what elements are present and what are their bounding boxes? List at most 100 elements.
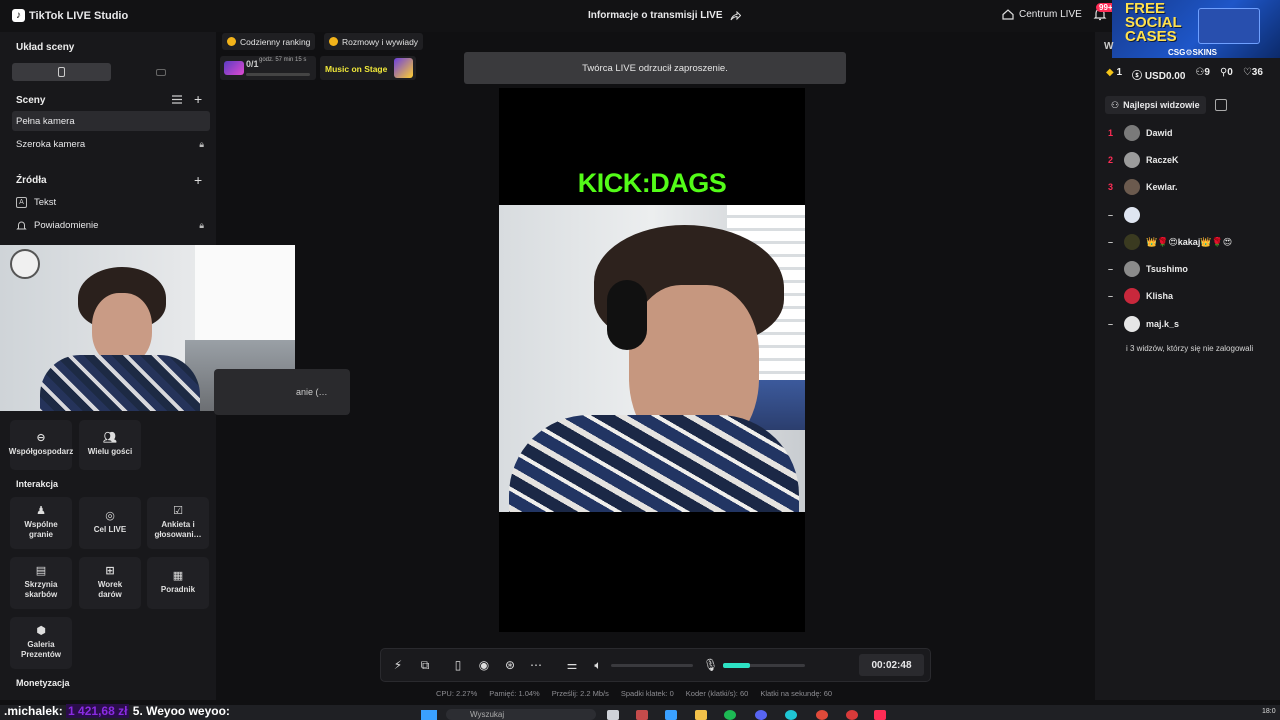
gift-box-icon	[394, 58, 413, 78]
add-scene-button[interactable]: +	[194, 92, 202, 106]
spotify-icon[interactable]	[724, 710, 736, 720]
viewer-rank: –	[1108, 264, 1114, 274]
tile-treasure-chest[interactable]: ▤ Skrzynia skarbów	[10, 557, 72, 609]
volume-slider[interactable]	[611, 664, 693, 667]
multi-guest-tile[interactable]: 👥︎ Wielu gości	[79, 420, 141, 470]
tile-live-goal[interactable]: ◎ Cel LIVE	[79, 497, 141, 549]
tile-label-2: skarbów	[24, 590, 58, 599]
rank-badge-icon	[224, 61, 244, 75]
viewer-row[interactable]: 3 Kewlar.	[1108, 177, 1178, 197]
add-source-button[interactable]: +	[194, 173, 202, 187]
ad-title-line: CASES	[1125, 28, 1177, 45]
bag-icon: ⊞	[105, 565, 115, 577]
tile-poll[interactable]: ☑ Ankieta i głosowani…	[147, 497, 209, 549]
talks-label: Rozmowy i wywiady	[342, 36, 419, 47]
viewer-name: Klisha	[1146, 291, 1174, 301]
viewer-row[interactable]: – 👑🌹😍kakaj👑🌹😍	[1108, 232, 1232, 252]
viewer-row[interactable]: 2 RaczeK	[1108, 150, 1179, 170]
viewer-row[interactable]: 1 Dawid	[1108, 123, 1173, 143]
performance-stats: CPU: 2.27% Pamięć: 1.04% Prześlij: 2.2 M…	[436, 689, 832, 698]
viewer-name: Kewlar.	[1146, 182, 1178, 192]
stat-memory: Pamięć: 1.04%	[489, 689, 540, 698]
landscape-icon	[155, 68, 166, 76]
viewer-row[interactable]: – Tsushimo	[1108, 259, 1188, 279]
source-label: Powiadomienie	[34, 219, 99, 231]
avatar	[1124, 179, 1140, 195]
tiktok-logo-icon: ♪	[12, 9, 25, 22]
tile-gift-gallery[interactable]: ⬢ Galeria Prezentów	[10, 617, 72, 669]
tile-shared-game[interactable]: ♟ Wspólne granie	[10, 497, 72, 549]
camera-effects-icon[interactable]: ⊛	[503, 658, 517, 672]
rank-progress-text: 0/1	[246, 59, 259, 69]
ad-title: FREE SOCIAL CASES	[1125, 1, 1182, 45]
task-view-icon[interactable]	[607, 710, 619, 720]
users-icon: 👥︎	[103, 432, 117, 444]
chat-tab-icon[interactable]	[1215, 99, 1227, 111]
tile-label: Cel LIVE	[93, 525, 127, 534]
viewer-name: RaczeK	[1146, 155, 1179, 165]
folder-icon[interactable]	[695, 710, 707, 720]
phone-view-icon[interactable]: ▯	[451, 658, 465, 672]
tile-label: Poradnik	[160, 585, 196, 594]
avatar	[1124, 261, 1140, 277]
top-viewers-tab[interactable]: ⚇ Najlepsi widzowie	[1105, 96, 1206, 114]
app-icon[interactable]	[785, 710, 797, 720]
mic-level-fill	[723, 663, 750, 668]
store-icon[interactable]	[636, 710, 648, 720]
daily-ranking-widget[interactable]: Codzienny ranking	[222, 33, 316, 50]
viewer-rank: –	[1108, 210, 1114, 220]
viewer-row[interactable]: –	[1108, 205, 1146, 225]
tiktok-studio-taskbar-icon[interactable]	[874, 710, 886, 720]
anonymous-viewers-note: i 3 widzów, którzy się nie zalogowali	[1126, 344, 1254, 353]
bell-small-icon	[16, 221, 27, 229]
tile-gift-bag[interactable]: ⊞ Worek darów	[79, 557, 141, 609]
tile-label-2: głosowani…	[154, 530, 202, 539]
windows-start-icon[interactable]	[421, 710, 437, 720]
centrum-live-button[interactable]: Centrum LIVE	[1002, 9, 1082, 20]
stat-likes: ♡36	[1243, 67, 1263, 82]
taskbar-search[interactable]: Wyszukaj	[446, 709, 596, 720]
share-icon[interactable]	[730, 10, 742, 21]
likes-value: 36	[1251, 67, 1263, 78]
portrait-layout-button[interactable]	[12, 63, 111, 81]
magic-wand-icon[interactable]: ⚡︎	[391, 658, 405, 672]
coin-icon	[329, 37, 338, 46]
viewer-row[interactable]: – maj.k_s	[1108, 314, 1179, 334]
microphone-icon[interactable]: 🎙︎	[703, 658, 718, 672]
cohost-tile[interactable]: ⊖ Współgospodarz	[9, 420, 73, 470]
avatar	[1124, 207, 1140, 223]
viewer-row[interactable]: – Klisha	[1108, 286, 1173, 306]
stream-timer: 00:02:48	[859, 654, 924, 676]
chrome-icon[interactable]	[816, 710, 828, 720]
user-icon: ⚇	[1111, 99, 1120, 110]
source-item-notification[interactable]: Powiadomienie 🔒︎	[12, 215, 210, 235]
settings-sliders-icon[interactable]: ⚌	[565, 658, 579, 672]
obs-icon[interactable]	[846, 710, 858, 720]
home-icon	[1002, 9, 1014, 20]
scene-item-wide-camera[interactable]: Szeroka kamera 🔒︎	[12, 134, 210, 154]
viewer-rank: 1	[1108, 128, 1114, 138]
screen-add-icon[interactable]: ⧉	[418, 658, 432, 673]
viewer-rank: 2	[1108, 155, 1114, 165]
stream-info-title[interactable]: Informacje o transmisji LIVE	[588, 10, 742, 21]
ticker-rest: 5. Weyoo weyoo:	[132, 704, 230, 718]
viewer-name: 👑🌹😍kakaj👑🌹😍	[1146, 236, 1233, 247]
scene-item-full-camera[interactable]: Pełna kamera	[12, 111, 210, 131]
stat-follows: ⚲0	[1220, 67, 1233, 82]
speaker-icon[interactable]: 🔈︎	[591, 658, 605, 673]
talks-widget[interactable]: Rozmowy i wywiady	[324, 33, 424, 50]
landscape-layout-button[interactable]	[111, 63, 210, 81]
tile-guide[interactable]: ▦ Poradnik	[147, 557, 209, 609]
preview-camera-feed	[499, 205, 805, 512]
clock-icon	[10, 249, 40, 279]
discord-icon[interactable]	[755, 710, 767, 720]
tile-label: Galeria	[27, 640, 55, 649]
edge-icon[interactable]	[665, 710, 677, 720]
more-icon[interactable]: ⋯	[529, 658, 543, 672]
scene-label: Szeroka kamera	[16, 138, 86, 150]
heart-icon: ♡	[1242, 67, 1252, 78]
record-icon[interactable]: ◉	[477, 658, 491, 672]
ticker-amount: 1 421,68 zł	[66, 704, 130, 718]
list-icon[interactable]	[172, 95, 182, 104]
source-item-text[interactable]: A Tekst	[12, 192, 210, 212]
